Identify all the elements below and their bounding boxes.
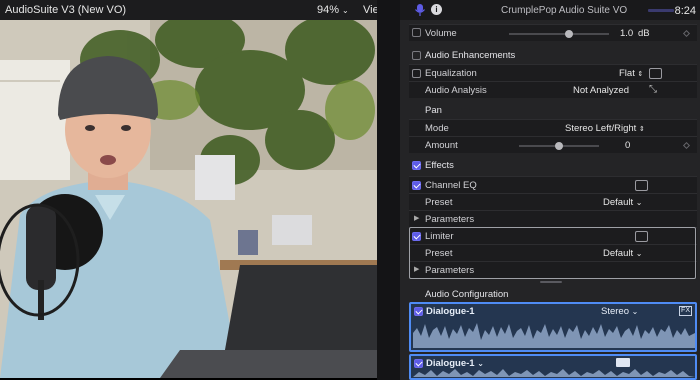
inspector-title: CrumplePop Audio Suite VO xyxy=(501,5,628,16)
pan-amount-slider-knob[interactable] xyxy=(555,142,563,150)
channel-eq-parameters-label: Parameters xyxy=(425,214,475,225)
zoom-menu[interactable]: 94% ⌄ xyxy=(317,4,349,16)
volume-slider[interactable] xyxy=(509,30,609,38)
disclosure-triangle-icon[interactable]: ▶ xyxy=(414,214,419,222)
chevron-down-icon: ⌄ xyxy=(477,359,484,368)
waveform xyxy=(413,369,695,377)
audio-enhancements-header[interactable]: Audio Enhancements xyxy=(409,47,697,64)
role-checkbox[interactable] xyxy=(414,359,423,368)
channel-eq-preset-value: Default xyxy=(603,197,634,208)
channel-eq-row: Channel EQ xyxy=(409,176,697,193)
audio-configuration-title: Audio Configuration xyxy=(425,289,509,300)
viewer-title: AudioSuite V3 (New VO) xyxy=(5,4,127,16)
equalization-value: Flat xyxy=(619,68,635,79)
pan-mode-select[interactable]: Stereo Left/Right ⇕ xyxy=(565,123,645,134)
role-checkbox[interactable] xyxy=(414,307,423,316)
channel-eq-preset-label: Preset xyxy=(425,197,453,208)
chevron-down-icon: ⌄ xyxy=(631,307,639,316)
volume-unit: dB xyxy=(638,28,650,39)
pan-mode-row: Mode Stereo Left/Right ⇕ xyxy=(409,119,697,136)
inspector-header: i CrumplePop Audio Suite VO 8:24 xyxy=(400,0,700,20)
role-dialogue-1-second[interactable]: Dialogue-1 ⌄ xyxy=(409,354,697,380)
pan-mode-label: Mode xyxy=(425,123,449,134)
pan-amount-label: Amount xyxy=(425,140,458,151)
pan-header: Pan xyxy=(409,102,697,119)
equalization-checkbox[interactable] xyxy=(412,69,421,78)
timecode: 8:24 xyxy=(674,5,696,17)
keyframe-icon[interactable] xyxy=(682,141,691,150)
video-frame[interactable] xyxy=(0,20,377,378)
pan-amount-slider[interactable] xyxy=(519,142,599,150)
updown-chevron-icon: ⇕ xyxy=(638,126,645,133)
role-name: Dialogue-1 xyxy=(426,306,475,317)
fx-icon[interactable]: FX xyxy=(679,306,692,316)
zoom-value: 94% xyxy=(317,4,340,16)
pan-amount-row: Amount 0 xyxy=(409,136,697,153)
equalization-row: Equalization Flat ⇕ xyxy=(409,64,697,81)
equalization-select[interactable]: Flat ⇕ xyxy=(619,68,643,79)
viewer-toolbar: AudioSuite V3 (New VO) 94%⌄ View⌄ xyxy=(0,0,396,20)
channel-eq-preset-select[interactable]: Default ⌄ xyxy=(603,197,642,208)
section-square-icon xyxy=(412,51,421,60)
role-name-text: Dialogue-1 xyxy=(426,358,475,369)
eq-graph-icon[interactable] xyxy=(649,68,662,79)
volume-value[interactable]: 1.0 xyxy=(620,28,633,39)
magic-wand-icon[interactable]: ⤡ xyxy=(649,84,657,95)
waveform xyxy=(413,323,695,348)
mic-icon[interactable] xyxy=(414,3,426,17)
volume-reset-icon[interactable] xyxy=(412,28,421,37)
viewer: AudioSuite V3 (New VO) 94%⌄ View⌄ xyxy=(0,0,396,380)
role-dialogue-1[interactable]: Dialogue-1 Stereo ⌄ FX xyxy=(409,302,697,352)
audio-analysis-row: Audio Analysis Not Analyzed ⤡ xyxy=(409,81,697,98)
resize-handle[interactable] xyxy=(540,281,562,283)
audio-enhancements-title: Audio Enhancements xyxy=(425,50,516,61)
video-image xyxy=(0,20,377,378)
volume-slider-knob[interactable] xyxy=(565,30,573,38)
pan-mode-value: Stereo Left/Right xyxy=(565,123,637,134)
effects-checkbox[interactable] xyxy=(412,161,421,170)
volume-label: Volume xyxy=(425,28,457,39)
role-name[interactable]: Dialogue-1 ⌄ xyxy=(426,358,484,369)
effects-header: Effects xyxy=(409,157,697,174)
audio-analysis-value: Not Analyzed xyxy=(573,85,629,96)
keyframe-icon[interactable] xyxy=(682,29,691,38)
limiter-selection-outline xyxy=(409,227,696,279)
progress-track xyxy=(648,9,674,12)
updown-chevron-icon: ⇕ xyxy=(637,71,644,78)
info-icon[interactable]: i xyxy=(431,4,442,15)
equalization-label: Equalization xyxy=(425,68,477,79)
pan-amount-value[interactable]: 0 xyxy=(625,140,630,151)
channel-config-select[interactable]: Stereo ⌄ xyxy=(601,306,638,317)
chevron-down-icon: ⌄ xyxy=(342,6,349,15)
volume-row: Volume 1.0 dB xyxy=(409,24,697,41)
effect-ui-icon[interactable] xyxy=(635,180,648,191)
audio-analysis-label: Audio Analysis xyxy=(425,85,487,96)
channel-eq-parameters-row[interactable]: ▶ Parameters xyxy=(409,210,697,227)
chevron-down-icon: ⌄ xyxy=(635,198,643,207)
expand-icon[interactable] xyxy=(616,358,630,367)
channel-eq-preset-row: Preset Default ⌄ xyxy=(409,193,697,210)
channel-config-value: Stereo xyxy=(601,306,629,317)
role-header: Dialogue-1 Stereo ⌄ FX xyxy=(411,304,695,319)
panel-divider[interactable] xyxy=(377,0,400,380)
audio-configuration-header: Audio Configuration xyxy=(409,286,697,303)
pan-title: Pan xyxy=(425,105,442,116)
channel-eq-label: Channel EQ xyxy=(425,180,477,191)
effects-title: Effects xyxy=(425,160,454,171)
channel-eq-checkbox[interactable] xyxy=(412,181,421,190)
